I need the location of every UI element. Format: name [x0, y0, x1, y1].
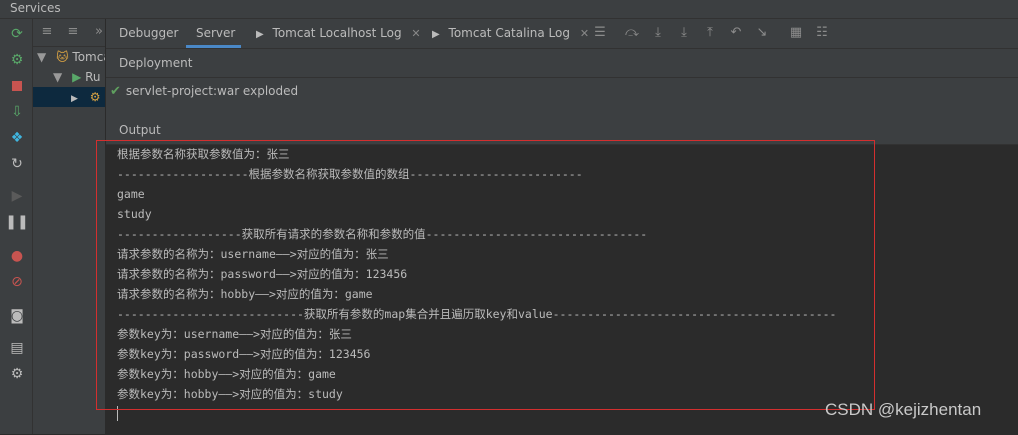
log-icon: ▶: [432, 29, 440, 40]
tab-tomcat-catalina-log[interactable]: ▶ Tomcat Catalina Log ✕: [432, 19, 589, 48]
refresh-icon[interactable]: ↻: [8, 155, 26, 173]
tree-node-running[interactable]: ▼ ▶ Ru: [53, 67, 101, 87]
mute-breakpoints-icon[interactable]: ⊘: [8, 273, 26, 291]
deployment-label: Deployment: [119, 56, 193, 70]
window-title: Services: [10, 1, 61, 15]
services-title-bar: Services: [0, 0, 1018, 19]
resume-icon[interactable]: ▶: [8, 187, 26, 205]
expand-arrow-icon[interactable]: ▶: [71, 94, 78, 104]
tab-tomcat-localhost-log[interactable]: ▶ Tomcat Localhost Log ✕: [256, 19, 421, 48]
tree-node-label: Tomcat: [72, 50, 105, 64]
expand-all-icon[interactable]: ≡: [39, 24, 55, 40]
console-line: 参数key为：hobby——>对应的值为：game: [117, 367, 336, 381]
artifact-icon[interactable]: ❖: [8, 129, 26, 147]
run-to-cursor-icon[interactable]: ↘: [754, 25, 770, 41]
console-line: -------------------根据参数名称获取参数值的数组-------…: [117, 167, 583, 181]
expand-arrow-icon[interactable]: ▼: [53, 70, 62, 84]
settings-icon[interactable]: ⚙: [8, 365, 26, 383]
pause-icon[interactable]: ❚❚: [5, 213, 28, 231]
evaluate-icon[interactable]: ▦: [788, 25, 804, 41]
tree-toolbar: ≡ ≡ »: [33, 19, 105, 47]
deployment-list: ✔ servlet-project:war exploded: [106, 77, 1018, 118]
log-icon: ▶: [256, 29, 264, 40]
tree-node-label: Ru: [85, 70, 101, 84]
drop-frame-icon[interactable]: ↶: [728, 25, 744, 41]
running-icon: ▶: [72, 70, 82, 84]
rerun-icon[interactable]: ⟳: [8, 25, 26, 43]
output-header: Output: [106, 116, 1018, 144]
console-line: 参数key为：username——>对应的值为：张三: [117, 327, 352, 341]
deployment-header: Deployment: [106, 49, 1018, 77]
step-over-icon[interactable]: ⤼: [624, 25, 640, 41]
console-line: 请求参数的名称为：username——>对应的值为：张三: [117, 247, 389, 261]
service-tabs: Debugger Server ▶ Tomcat Localhost Log ✕…: [106, 19, 1018, 49]
console-line: 参数key为：hobby——>对应的值为：study: [117, 387, 343, 401]
stop-icon[interactable]: [8, 77, 26, 95]
camera-icon[interactable]: ◙: [8, 307, 26, 325]
breakpoints-icon[interactable]: ●: [8, 247, 26, 265]
artifact-icon: ⚙: [89, 90, 101, 104]
services-toolbar: ⟳ ⚙ ⇩ ❖ ↻ ▶ ❚❚ ● ⊘ ◙ ▤ ⚙: [0, 19, 33, 434]
services-tree-panel: ≡ ≡ » ▼ 🐱 Tomcat ▼ ▶ Ru ▶ ⚙: [33, 19, 106, 434]
tab-label: Debugger: [119, 26, 179, 40]
output-console[interactable]: 根据参数名称获取参数值为：张三 -------------------根据参数名…: [106, 144, 1018, 435]
console-line: 根据参数名称获取参数值为：张三: [117, 147, 290, 161]
watermark: CSDN @kejizhentan: [825, 400, 982, 419]
console-line: game: [117, 187, 145, 201]
trace-icon[interactable]: ☷: [814, 25, 830, 41]
output-label: Output: [119, 123, 161, 137]
check-icon: ✔: [110, 84, 121, 99]
tab-label: Tomcat Catalina Log: [448, 26, 570, 40]
console-line: study: [117, 207, 152, 221]
console-line: 请求参数的名称为：password——>对应的值为：123456: [117, 267, 408, 281]
tree-node-artifact[interactable]: ▶ ⚙: [33, 87, 105, 107]
expand-arrow-icon[interactable]: ▼: [37, 50, 46, 64]
text-cursor: [117, 406, 118, 421]
tree-node-tomcat[interactable]: ▼ 🐱 Tomcat: [37, 47, 105, 67]
console-line: 参数key为：password——>对应的值为：123456: [117, 347, 371, 361]
force-step-into-icon[interactable]: ⤓: [676, 25, 692, 41]
close-icon[interactable]: ✕: [580, 27, 589, 40]
step-into-icon[interactable]: ⤓: [650, 25, 666, 41]
deploy-icon[interactable]: ⇩: [8, 103, 26, 121]
console-line: 请求参数的名称为：hobby——>对应的值为：game: [117, 287, 373, 301]
step-out-icon[interactable]: ⤒: [702, 25, 718, 41]
tab-label: Server: [196, 26, 236, 40]
tab-label: Tomcat Localhost Log: [272, 26, 402, 40]
deployment-item-label: servlet-project:war exploded: [125, 84, 299, 98]
tab-server[interactable]: Server: [186, 19, 241, 48]
tomcat-icon: 🐱: [56, 50, 69, 64]
close-icon[interactable]: ✕: [411, 27, 420, 40]
more-icon[interactable]: »: [91, 24, 105, 40]
console-line: ---------------------------获取所有参数的map集合并…: [117, 307, 837, 321]
update-icon[interactable]: ⚙: [8, 51, 26, 69]
tab-debugger[interactable]: Debugger: [119, 19, 178, 48]
console-line: ------------------获取所有请求的参数名称和参数的值------…: [117, 227, 648, 241]
collapse-all-icon[interactable]: ≡: [65, 24, 81, 40]
menu-icon[interactable]: ☰: [592, 25, 608, 41]
layout-icon[interactable]: ▤: [8, 339, 26, 357]
deployment-item[interactable]: ✔ servlet-project:war exploded: [110, 81, 298, 101]
